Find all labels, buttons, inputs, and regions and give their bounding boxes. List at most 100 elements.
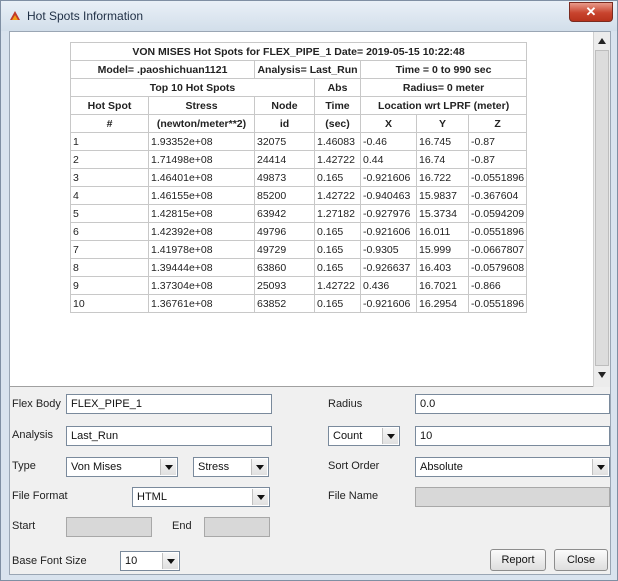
cell-node: 25093 [254,276,315,295]
start-field[interactable] [66,517,152,537]
cell-z: -0.0551896 [467,294,528,313]
cell-time: 0.165 [314,294,361,313]
end-field[interactable] [204,517,270,537]
cell-stress: 1.36761e+08 [148,294,255,313]
cell-y: 16.403 [416,258,469,277]
cell-time: 1.42722 [314,186,361,205]
analysis-info: Analysis= Last_Run [254,60,361,79]
cell-stress: 1.41978e+08 [148,240,255,259]
table-title-row: VON MISES Hot Spots for FLEX_PIPE_1 Date… [69,42,528,61]
cell-x: -0.921606 [360,168,417,187]
cell-y: 16.74 [416,150,469,169]
report-button[interactable]: Report [490,549,546,571]
cell-z: -0.367604 [467,186,528,205]
table-info-row: Model= .paoshichuan1121 Analysis= Last_R… [70,60,528,79]
cell-x: 0.436 [360,276,417,295]
cell-hotspot: 8 [70,258,149,277]
col-location: Location wrt LPRF (meter) [359,96,528,115]
radius-label: Radius [328,398,363,410]
cell-y: 16.7021 [416,276,469,295]
table-row: 9 1.37304e+08 25093 1.42722 0.436 16.7021 -0.8… [70,276,528,295]
type-select-value: Von Mises [71,461,122,473]
table-subheader-row: # (newton/meter**2) id (sec) X Y Z [70,114,528,133]
cell-node: 32075 [254,132,315,151]
cell-y: 16.2954 [416,294,469,313]
table-row: 6 1.42392e+08 49796 0.165 -0.921606 16.011 -0.… [70,222,528,241]
cell-node: 63942 [254,204,315,223]
close-icon[interactable]: ✕ [569,2,613,22]
cell-time: 0.165 [314,258,361,277]
analysis-label: Analysis [12,429,53,441]
sort-order-select[interactable]: Absolute [415,457,610,477]
cell-y: 16.011 [416,222,469,241]
base-font-size-select[interactable]: 10 [120,551,180,571]
cell-x: -0.927976 [360,204,417,223]
sort-order-label: Sort Order [328,460,380,472]
scroll-down-icon[interactable] [598,372,606,378]
scroll-up-icon[interactable] [598,38,606,44]
cell-stress: 1.42815e+08 [148,204,255,223]
cell-y: 15.999 [416,240,469,259]
cell-hotspot: 2 [70,150,149,169]
count-select[interactable]: Count [328,426,400,446]
stress-select[interactable]: Stress [193,457,269,477]
cell-time: 0.165 [314,222,361,241]
scroll-thumb[interactable] [595,50,609,366]
report-scrollbar[interactable] [593,32,610,387]
cell-x: -0.926637 [360,258,417,277]
analysis-field[interactable]: Last_Run [66,426,272,446]
cell-x: -0.921606 [360,222,417,241]
close-button[interactable]: Close [554,549,608,571]
flex-body-field[interactable]: FLEX_PIPE_1 [66,394,272,414]
top10-label: Top 10 Hot Spots [70,78,315,97]
end-label: End [172,520,192,532]
table-row: 10 1.36761e+08 63852 0.165 -0.921606 16.2954-… [70,294,528,313]
cell-time: 1.42722 [314,276,361,295]
cell-y: 16.722 [416,168,469,187]
sort-order-value: Absolute [420,461,463,473]
col-hotspot: Hot Spot [70,96,149,115]
cell-z: -0.0551896 [467,168,528,187]
table-row: 8 1.39444e+08 63860 0.165 -0.926637 16.403 -0.… [70,258,528,277]
chevron-down-icon[interactable] [252,489,268,505]
file-name-field[interactable] [415,487,610,507]
cell-z: -0.87 [467,132,528,151]
count-field[interactable]: 10 [415,426,610,446]
cell-stress: 1.39444e+08 [148,258,255,277]
cell-x: 0.44 [360,150,417,169]
chevron-down-icon[interactable] [160,459,176,475]
cell-z: -0.0594209 [467,204,528,223]
table-row: 2 1.71498e+08 24414 1.42722 0.44 16.74 -0.87 [70,150,528,169]
chevron-down-icon[interactable] [162,553,178,569]
chevron-down-icon[interactable] [251,459,267,475]
cell-hotspot: 5 [70,204,149,223]
table-row: 1 1.93352e+08 32075 1.46083 -0.46 16.745 -0.87 [70,132,528,151]
sub-z: Z [467,114,528,133]
cell-y: 16.745 [416,132,469,151]
cell-stress: 1.46401e+08 [148,168,255,187]
cell-stress: 1.46155e+08 [148,186,255,205]
sub-sec: (sec) [314,114,361,133]
type-label: Type [12,460,36,472]
file-name-label: File Name [328,490,379,502]
chevron-down-icon[interactable] [592,459,608,475]
chevron-down-icon[interactable] [382,428,398,444]
time-range: Time = 0 to 990 sec [359,60,528,79]
cell-hotspot: 1 [70,132,149,151]
col-stress: Stress [148,96,255,115]
cell-x: -0.940463 [360,186,417,205]
cell-y: 15.3734 [416,204,469,223]
cell-z: -0.866 [467,276,528,295]
sub-y: Y [416,114,469,133]
report-title: VON MISES Hot Spots for FLEX_PIPE_1 Date… [69,42,528,61]
type-select[interactable]: Von Mises [66,457,178,477]
radius-field[interactable]: 0.0 [415,394,610,414]
abs-label: Abs [314,78,361,97]
title-bar[interactable]: Hot Spots Information ✕ [1,1,617,31]
file-format-select[interactable]: HTML [132,487,270,507]
cell-hotspot: 10 [70,294,149,313]
cell-time: 1.46083 [314,132,361,151]
cell-time: 0.165 [314,168,361,187]
cell-x: -0.46 [360,132,417,151]
cell-stress: 1.42392e+08 [148,222,255,241]
